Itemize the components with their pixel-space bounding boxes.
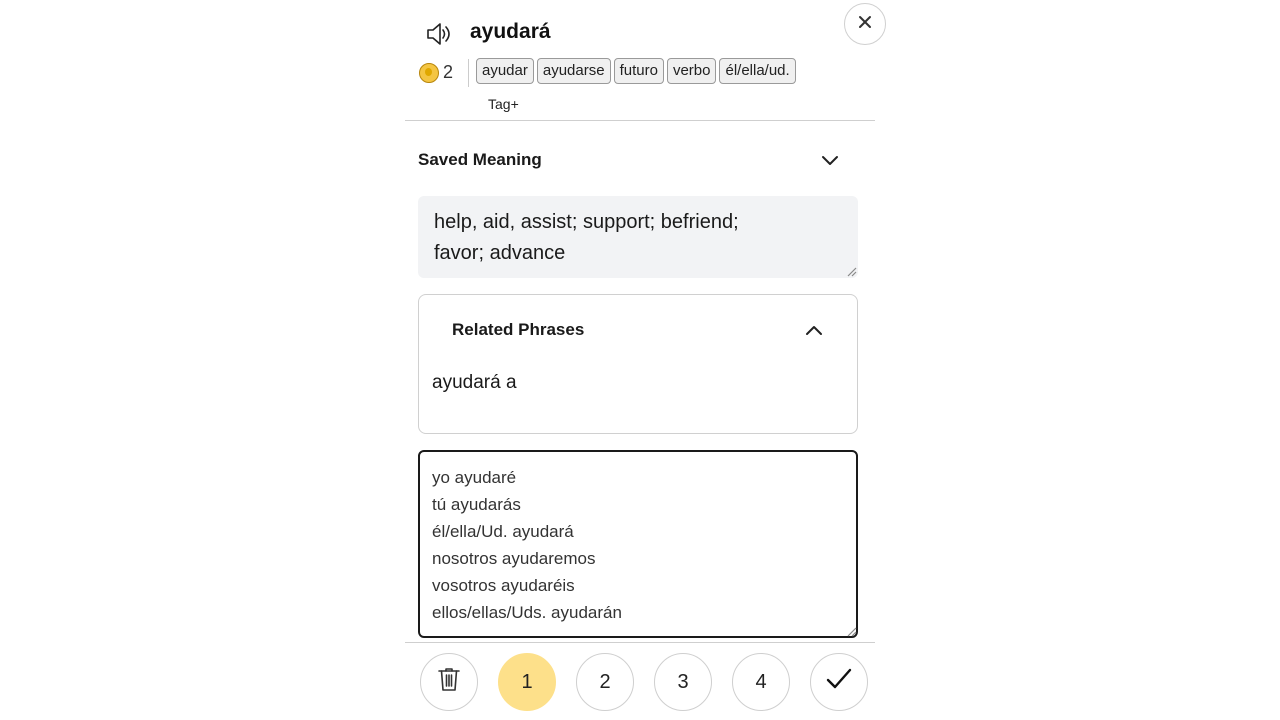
notes-line: tú ayudarás — [432, 495, 521, 514]
known-button[interactable] — [810, 653, 868, 711]
coin-count: 2 — [443, 62, 454, 82]
word-title: ayudará — [470, 20, 551, 43]
tag-chip[interactable]: ayudar — [476, 58, 534, 84]
divider — [405, 120, 875, 121]
resize-handle-icon[interactable] — [845, 624, 857, 637]
notes-line: vosotros ayudaréis — [432, 576, 575, 595]
saved-meaning-title: Saved Meaning — [418, 150, 542, 169]
tag-list: ayudar ayudarse futuro verbo él/ella/ud. — [476, 58, 796, 84]
chevron-down-icon[interactable] — [821, 153, 839, 165]
meaning-line: favor; advance — [434, 242, 566, 264]
chevron-up-icon[interactable] — [805, 323, 823, 335]
related-phrases-card: Related Phrases ayudará a — [418, 294, 858, 434]
notes-line: yo ayudaré — [432, 468, 517, 487]
resize-handle-icon[interactable] — [845, 264, 857, 277]
delete-button[interactable] — [420, 653, 478, 711]
related-phrase-item[interactable]: ayudará a — [432, 372, 517, 394]
rating-button-1[interactable]: 1 — [498, 653, 556, 711]
add-tag-button[interactable]: Tag+ — [488, 96, 519, 112]
trash-icon — [437, 666, 461, 698]
rating-button-3[interactable]: 3 — [654, 653, 712, 711]
rating-button-2[interactable]: 2 — [576, 653, 634, 711]
notes-textarea[interactable]: yo ayudaré tú ayudarás él/ella/Ud. ayuda… — [418, 450, 858, 638]
divider — [468, 59, 469, 87]
notes-line: ellos/ellas/Uds. ayudarán — [432, 603, 622, 622]
close-icon — [858, 15, 872, 34]
coin-icon — [419, 63, 439, 83]
related-phrases-title: Related Phrases — [452, 320, 585, 339]
tag-chip[interactable]: futuro — [613, 58, 664, 84]
close-button[interactable] — [844, 3, 886, 45]
divider — [405, 642, 875, 643]
rating-button-4[interactable]: 4 — [732, 653, 790, 711]
speaker-icon[interactable] — [425, 20, 453, 48]
meaning-line: help, aid, assist; support; befriend; — [434, 211, 739, 233]
tag-chip[interactable]: verbo — [666, 58, 717, 84]
notes-line: nosotros ayudaremos — [432, 549, 596, 568]
tag-chip[interactable]: ayudarse — [536, 58, 611, 84]
tag-chip[interactable]: él/ella/ud. — [719, 58, 796, 84]
rating-bar: 1 2 3 4 — [420, 653, 868, 711]
saved-meaning-input[interactable]: help, aid, assist; support; befriend; fa… — [418, 196, 858, 278]
notes-line: él/ella/Ud. ayudará — [432, 522, 574, 541]
word-detail-panel: ayudará 2 ayudar ayudarse futuro verbo é… — [405, 0, 886, 720]
checkmark-icon — [825, 667, 853, 697]
